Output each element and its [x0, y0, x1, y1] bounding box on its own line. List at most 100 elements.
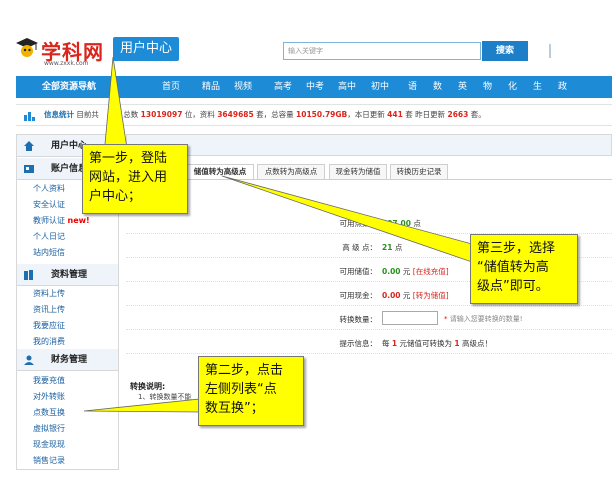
stats-prefix: 目前共 [76, 110, 99, 119]
required-star: * [444, 315, 448, 323]
search-input[interactable]: 输入关键字 [283, 42, 481, 60]
sidebar-item-diary[interactable]: 个人日记 [33, 230, 65, 244]
search-button[interactable]: 搜索 [482, 41, 528, 61]
sidebar-item-points-exchange[interactable]: 点数互换 [33, 406, 65, 420]
sidebar-item-virtual-bank[interactable]: 虚拟银行 [33, 422, 65, 436]
stats-unit-yesterday: 套。 [470, 110, 486, 119]
nav-item[interactable]: 化 [508, 76, 517, 98]
sidebar-item-upload-news[interactable]: 资讯上传 [33, 303, 65, 317]
value-unit: 元 [402, 267, 411, 276]
tip-part: 高级点！ [462, 339, 492, 348]
sidebar-item-transfer[interactable]: 对外转账 [33, 390, 65, 404]
notes-title: 转换说明: [130, 382, 166, 391]
step3-callout: 第三步，选择 “储值转为高 级点”即可。 [470, 234, 578, 304]
panel-title-bar [126, 134, 612, 156]
value-unit: 点 [394, 243, 403, 252]
amount-row: 转换数量： * 请输入您要转换的数量! [126, 306, 612, 330]
stats-today: 441 [387, 110, 403, 119]
value-number: 0.00 [382, 291, 401, 300]
nav-item[interactable]: 初中 [371, 76, 389, 98]
tip-row: 提示信息： 每 1 元储值可转换为 1 高级点！ [126, 330, 612, 354]
nav-item[interactable]: 视频 [234, 76, 252, 98]
sidebar-item-consumption[interactable]: 我的消费 [33, 335, 65, 349]
sidebar-item-apply[interactable]: 我要应征 [33, 319, 65, 333]
tab-points-to-advanced[interactable]: 点数转为高级点 [257, 164, 325, 180]
nav-item[interactable]: 高考 [274, 76, 292, 98]
stats-unit-docs: 套，总容量 [256, 110, 294, 119]
nav-item[interactable]: 语 [408, 76, 417, 98]
amount-hint: * 请输入您要转换的数量! [444, 314, 523, 324]
field-label: 高 级 点： [342, 243, 377, 252]
person-icon [24, 355, 34, 365]
tip-number: 1 [391, 339, 398, 348]
header-divider [549, 44, 555, 58]
tab-cash-to-stored[interactable]: 现金转为储值 [329, 164, 387, 180]
logo-url: www.zxxk.com [44, 60, 89, 67]
stats-docs: 3649685 [217, 110, 254, 119]
value-unit: 元 [402, 291, 411, 300]
tab-history[interactable]: 转换历史记录 [390, 164, 448, 180]
tip-number: 1 [454, 339, 460, 348]
nav-item[interactable]: 英 [458, 76, 467, 98]
convert-to-stored-link[interactable]: [转为储值] [413, 291, 449, 300]
sidebar-item-recharge[interactable]: 我要充值 [33, 374, 65, 388]
sidebar-item-profile[interactable]: 个人资料 [33, 182, 65, 196]
stats-total: 13019097 [140, 110, 183, 119]
stored-value: 0.00 元 [在线充值] [382, 266, 449, 277]
sidebar-item-messages[interactable]: 站内短信 [33, 246, 65, 260]
stats-capacity: 10150.79GB [296, 110, 348, 119]
sidebar-item-sales-record[interactable]: 销售记录 [33, 454, 65, 468]
nav-item[interactable]: 生 [533, 76, 542, 98]
bar-chart-icon [24, 112, 35, 121]
field-label: 可用点数： [339, 219, 378, 228]
tab-underline [186, 179, 612, 180]
cash-value: 0.00 元 [转为储值] [382, 290, 449, 301]
nav-item[interactable]: 首页 [162, 76, 180, 98]
user-center-badge[interactable]: 用户中心 [113, 37, 179, 61]
tab-stored-to-advanced[interactable]: 储值转为高级点 [186, 164, 254, 180]
value-number: 21 [382, 243, 393, 252]
field-label: 转换数量： [339, 315, 378, 324]
tip-part: 元储值可转换为 [399, 339, 453, 348]
value-number: 497.00 [382, 219, 411, 228]
advanced-points-value: 21 点 [382, 242, 402, 253]
site-stats-bar: 信息统计 目前共 总数 13019097 位，资料 3649685 套，总容量 … [16, 104, 612, 126]
usable-points-value: 497.00 点 [382, 218, 421, 229]
sidebar-item-upload-docs[interactable]: 资料上传 [33, 287, 65, 301]
sidebar-head-label: 资料管理 [51, 270, 88, 280]
field-label: 可用储值： [339, 267, 378, 276]
books-icon [24, 270, 33, 280]
stats-yesterday: 2663 [447, 110, 469, 119]
step2-callout: 第二步，点击 左侧列表“点 数互换”； [198, 356, 304, 426]
notes-line: 1、转换数量不能 [138, 393, 192, 401]
sidebar-item-cash[interactable]: 现金现现 [33, 438, 65, 452]
nav-item[interactable]: 精品 [202, 76, 220, 98]
graduation-cap-logo-icon [16, 38, 38, 57]
sidebar-item-teacher-auth[interactable]: 教师认证 new! [33, 214, 90, 228]
tip-part: 每 [382, 339, 390, 348]
sidebar-item-label: 教师认证 [33, 216, 65, 225]
stats-unit-pos: 位，资料 [184, 110, 215, 119]
all-resources-nav[interactable]: 全部资源导航 [16, 76, 116, 98]
nav-item[interactable]: 数 [433, 76, 442, 98]
value-unit: 点 [413, 219, 421, 228]
tip-text: 每 1 元储值可转换为 1 高级点！ [382, 338, 492, 349]
site-logo[interactable]: 学科网 www.zxxk.com [14, 34, 110, 67]
online-recharge-link[interactable]: [在线充值] [413, 267, 449, 276]
stats-label: 信息统计 [44, 110, 74, 119]
sidebar-head-finance[interactable]: 财务管理 [17, 349, 118, 371]
hint-text: 请输入您要转换的数量! [449, 315, 523, 323]
nav-item[interactable]: 政 [558, 76, 567, 98]
new-badge: new! [67, 216, 90, 225]
sidebar-item-security[interactable]: 安全认证 [33, 198, 65, 212]
amount-input[interactable] [382, 311, 438, 325]
value-number: 0.00 [382, 267, 401, 276]
nav-item[interactable]: 高中 [338, 76, 356, 98]
sidebar-head-resources[interactable]: 资料管理 [17, 264, 118, 286]
step1-callout: 第一步，登陆 网站，进入用 户中心； [82, 144, 188, 214]
stats-fragment: 总数 [123, 110, 139, 119]
nav-item[interactable]: 物 [483, 76, 492, 98]
nav-item[interactable]: 中考 [306, 76, 324, 98]
account-card-icon [24, 165, 34, 173]
home-icon [24, 141, 34, 151]
